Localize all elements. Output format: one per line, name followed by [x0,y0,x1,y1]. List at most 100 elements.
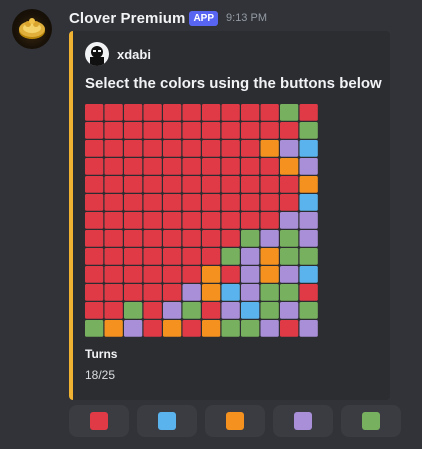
green-color-button[interactable] [341,405,401,437]
board-cell [260,284,279,301]
board-cell [104,248,123,265]
board-cell [280,176,299,193]
board-cell [241,248,260,265]
board-cell [163,122,182,139]
board-cell [221,104,240,121]
board-cell [280,194,299,211]
board-cell [163,194,182,211]
board-cell [241,230,260,247]
blue-color-button[interactable] [137,405,197,437]
board-cell [104,140,123,157]
board-cell [299,212,318,229]
board-cell [124,266,143,283]
board-cell [202,158,221,175]
board-cell [299,320,318,337]
board-cell [163,176,182,193]
board-cell [221,248,240,265]
board-cell [260,302,279,319]
board-cell [182,248,201,265]
board-cell [202,104,221,121]
board-cell [85,140,104,157]
board-cell [241,302,260,319]
board-cell [163,302,182,319]
bot-username[interactable]: Clover Premium [69,10,185,27]
board-cell [163,212,182,229]
board-cell [260,140,279,157]
board-cell [182,212,201,229]
bot-avatar[interactable] [12,9,52,49]
board-cell [280,266,299,283]
board-cell [202,248,221,265]
board-cell [104,302,123,319]
board-cell [241,122,260,139]
embed-accent-bar [69,31,73,400]
board-cell [85,266,104,283]
board-cell [280,230,299,247]
board-cell [85,212,104,229]
board-cell [163,320,182,337]
board-cell [143,212,162,229]
board-cell [85,284,104,301]
board-cell [182,230,201,247]
author-name[interactable]: xdabi [117,47,151,62]
turns-value: 18/25 [85,368,116,382]
board-cell [280,140,299,157]
board-cell [104,230,123,247]
board-cell [104,194,123,211]
board-cell [260,194,279,211]
board-cell [124,104,143,121]
board-cell [124,176,143,193]
board-cell [221,230,240,247]
board-cell [124,140,143,157]
purple-color-button[interactable] [273,405,333,437]
color-button-row [69,405,401,437]
board-cell [85,302,104,319]
board-cell [260,230,279,247]
board-cell [299,194,318,211]
board-cell [104,266,123,283]
board-cell [280,284,299,301]
board-cell [143,266,162,283]
board-cell [221,140,240,157]
board-cell [182,320,201,337]
message-header: Clover Premium APP 9:13 PM [69,9,267,27]
board-cell [221,158,240,175]
red-color-button[interactable] [69,405,129,437]
board-cell [299,122,318,139]
board-cell [124,230,143,247]
author-avatar[interactable] [85,42,109,66]
board-cell [104,104,123,121]
board-cell [85,176,104,193]
board-cell [124,302,143,319]
board-cell [241,266,260,283]
board-cell [221,266,240,283]
board-cell [104,320,123,337]
board-cell [163,230,182,247]
board-cell [202,194,221,211]
board-cell [182,140,201,157]
board-cell [260,104,279,121]
orange-color-button[interactable] [205,405,265,437]
board-cell [143,302,162,319]
board-cell [241,104,260,121]
board-cell [85,158,104,175]
board-cell [85,104,104,121]
board-cell [202,266,221,283]
purple-square-icon [294,412,312,430]
board-cell [85,230,104,247]
board-cell [221,302,240,319]
board-cell [143,320,162,337]
board-cell [280,158,299,175]
board-cell [163,158,182,175]
board-cell [241,140,260,157]
blue-square-icon [158,412,176,430]
board-cell [182,284,201,301]
board-cell [182,158,201,175]
board-cell [182,266,201,283]
board-cell [202,320,221,337]
message-timestamp: 9:13 PM [226,12,267,24]
board-cell [182,122,201,139]
board-cell [124,284,143,301]
board-cell [299,230,318,247]
board-cell [221,284,240,301]
